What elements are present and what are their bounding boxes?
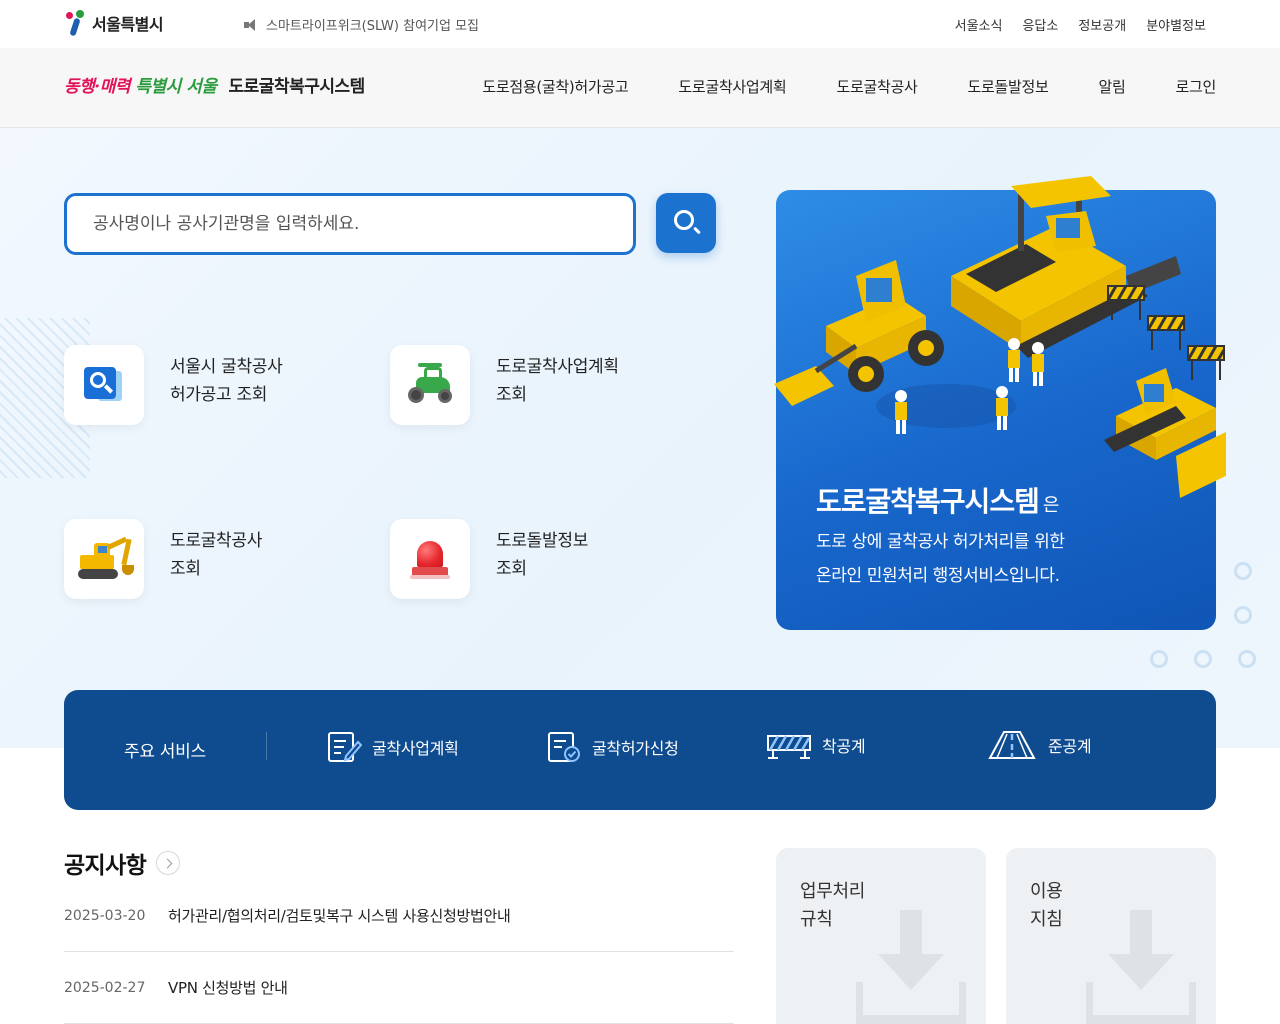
notice-ticker[interactable]: 스마트라이프위크(SLW) 참여기업 모집 bbox=[244, 15, 479, 34]
menu-excavation-plan[interactable]: 도로굴착사업계획 bbox=[678, 76, 786, 97]
seoul-logo[interactable]: 서울특별시 bbox=[64, 10, 164, 37]
speaker-icon bbox=[244, 18, 260, 31]
slogan-part-1: 동행·매력 bbox=[64, 77, 130, 97]
menu-notice[interactable]: 알림 bbox=[1098, 76, 1125, 97]
util-link-field-info[interactable]: 분야별정보 bbox=[1146, 15, 1206, 34]
quick-link-label: 도로굴착사업계획 조회 bbox=[496, 357, 619, 405]
utility-links: 서울소식 응답소 정보공개 분야별정보 bbox=[955, 15, 1206, 34]
search-button[interactable] bbox=[656, 193, 716, 253]
tractor-icon bbox=[406, 363, 456, 407]
main-services-bar: 주요 서비스 굴착사업계획 굴착허가신청 착공계 준공계 bbox=[64, 690, 1216, 810]
services-divider bbox=[266, 732, 267, 760]
quick-link-incident-info[interactable]: 도로돌발정보 조회 bbox=[390, 519, 588, 599]
seoul-logo-text: 서울특별시 bbox=[92, 15, 164, 34]
brand-logo[interactable]: 동행·매력 특별시 서울 도로굴착복구시스템 bbox=[64, 72, 365, 97]
service-excavation-plan[interactable]: 굴착사업계획 bbox=[326, 730, 459, 764]
construction-illustration bbox=[774, 176, 1226, 498]
notice-date: 2025-03-20 bbox=[64, 907, 146, 924]
notice-row[interactable]: 2025-03-20 허가관리/협의처리/검토및복구 시스템 사용신청방법안내 bbox=[64, 880, 734, 952]
menu-permit-notice[interactable]: 도로점용(굴착)허가공고 bbox=[482, 76, 628, 97]
service-label: 준공계 bbox=[1048, 737, 1092, 756]
notice-date: 2025-02-27 bbox=[64, 979, 146, 996]
search-input[interactable] bbox=[67, 196, 633, 252]
main-menu: 도로점용(굴착)허가공고 도로굴착사업계획 도로굴착공사 도로돌발정보 알림 로… bbox=[482, 76, 1216, 97]
download-icon bbox=[1086, 910, 1196, 1024]
quick-link-excavation-work[interactable]: 도로굴착공사 조회 bbox=[64, 519, 262, 599]
quick-icon-box bbox=[64, 519, 144, 599]
quick-icon-box bbox=[390, 345, 470, 425]
notice-section-title: 공지사항 bbox=[64, 846, 181, 880]
quick-icon-box bbox=[64, 345, 144, 425]
promo-description-line-1: 도로 상에 굴착공사 허가처리를 위한 bbox=[816, 532, 1065, 552]
quick-link-label: 서울시 굴착공사 허가공고 조회 bbox=[170, 357, 283, 405]
quick-link-excavation-plan[interactable]: 도로굴착사업계획 조회 bbox=[390, 345, 619, 425]
seoul-symbol-icon bbox=[64, 10, 88, 37]
menu-excavation-work[interactable]: 도로굴착공사 bbox=[836, 76, 917, 97]
promo-title: 도로굴착복구시스템 은 bbox=[816, 485, 1059, 518]
service-label: 굴착허가신청 bbox=[592, 739, 679, 758]
slogan-part-2: 특별시 서울 bbox=[135, 77, 217, 97]
download-icon bbox=[856, 910, 966, 1024]
barrier-icon bbox=[767, 735, 811, 759]
menu-incident-info[interactable]: 도로돌발정보 bbox=[967, 76, 1048, 97]
more-notices-button[interactable] bbox=[156, 851, 181, 875]
download-card-work-rules[interactable]: 업무처리 규칙 bbox=[776, 848, 986, 1024]
service-label: 굴착사업계획 bbox=[372, 739, 459, 758]
services-heading: 주요 서비스 bbox=[124, 742, 206, 762]
notice-heading: 공지사항 bbox=[64, 853, 147, 879]
quick-link-label: 도로돌발정보 조회 bbox=[496, 531, 589, 579]
promo-description-line-2: 온라인 민원처리 행정서비스입니다. bbox=[816, 566, 1060, 586]
excavator-icon bbox=[74, 535, 136, 583]
quick-icon-box bbox=[390, 519, 470, 599]
quick-link-label: 도로굴착공사 조회 bbox=[170, 531, 263, 579]
edit-document-icon bbox=[328, 732, 362, 762]
main-navbar: 동행·매력 특별시 서울 도로굴착복구시스템 도로점용(굴착)허가공고 도로굴착… bbox=[0, 48, 1280, 128]
search-icon bbox=[674, 210, 694, 230]
check-document-icon bbox=[548, 732, 580, 762]
promo-card: 도로굴착복구시스템 은 도로 상에 굴착공사 허가처리를 위한 온라인 민원처리 … bbox=[774, 176, 1226, 630]
service-start-report[interactable]: 착공계 bbox=[766, 730, 866, 760]
quick-link-permit-notice[interactable]: 서울시 굴착공사 허가공고 조회 bbox=[64, 345, 283, 425]
system-name: 도로굴착복구시스템 bbox=[228, 77, 366, 97]
menu-login[interactable]: 로그인 bbox=[1175, 76, 1216, 97]
service-completion-report[interactable]: 준공계 bbox=[986, 730, 1092, 760]
notice-subject[interactable]: VPN 신청방법 안내 bbox=[168, 977, 288, 998]
siren-icon bbox=[410, 537, 450, 581]
util-link-eungdapso[interactable]: 응답소 bbox=[1022, 15, 1058, 34]
service-excavation-permit[interactable]: 굴착허가신청 bbox=[546, 730, 679, 764]
slogan-logo: 동행·매력 특별시 서울 bbox=[64, 72, 217, 97]
download-card-usage-guide[interactable]: 이용 지침 bbox=[1006, 848, 1216, 1024]
search-document-icon bbox=[84, 365, 124, 403]
road-icon bbox=[988, 731, 1036, 759]
notice-subject[interactable]: 허가관리/협의처리/검토및복구 시스템 사용신청방법안내 bbox=[168, 905, 511, 926]
search-box bbox=[64, 193, 636, 255]
ticker-text[interactable]: 스마트라이프위크(SLW) 참여기업 모집 bbox=[266, 15, 479, 34]
util-link-info-disclosure[interactable]: 정보공개 bbox=[1078, 15, 1126, 34]
top-utility-bar: 서울특별시 스마트라이프위크(SLW) 참여기업 모집 서울소식 응답소 정보공… bbox=[0, 0, 1280, 48]
notice-row[interactable]: 2025-02-27 VPN 신청방법 안내 bbox=[64, 952, 734, 1024]
util-link-seoul-news[interactable]: 서울소식 bbox=[955, 15, 1003, 34]
service-label: 착공계 bbox=[822, 737, 866, 756]
download-card-title: 이용 지침 bbox=[1030, 881, 1063, 930]
